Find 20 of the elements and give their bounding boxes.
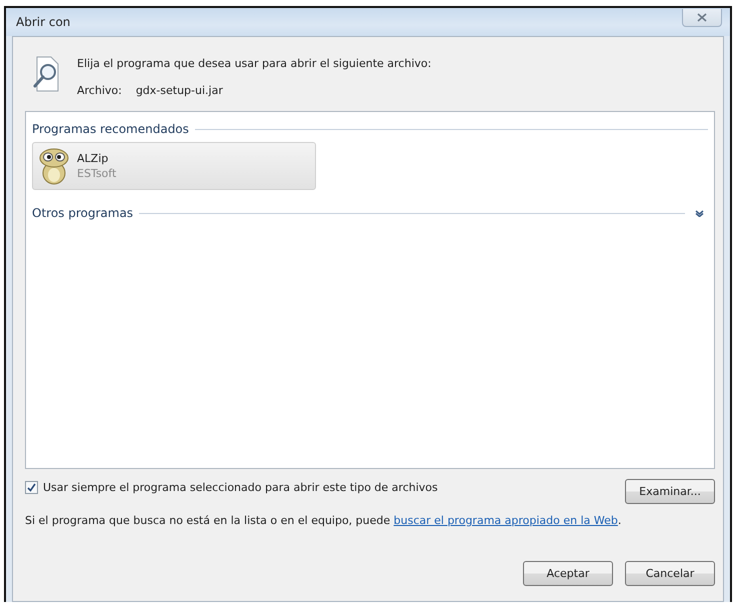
cancel-button[interactable]: Cancelar [625, 561, 715, 586]
web-search-link[interactable]: buscar el programa apropiado en la Web [394, 514, 618, 527]
help-sentence: Si el programa que busca no está en la lista o en el equipo, puede buscar el programa apropiado en la Web. [25, 514, 622, 527]
window-title: Abrir con [16, 15, 70, 29]
close-button[interactable] [682, 9, 722, 27]
program-item[interactable]: ALZip ESTsoft [32, 142, 316, 190]
cartoon-mascot-icon [37, 147, 71, 185]
always-use-checkbox[interactable]: Usar siempre el programa seleccionado para abrir este tipo de archivos [25, 481, 438, 494]
chevron-down-icon[interactable] [695, 210, 704, 216]
accept-button[interactable]: Aceptar [523, 561, 613, 586]
group-heading[interactable]: Otros programas [32, 206, 134, 220]
program-name: ALZip [77, 152, 110, 165]
browse-button[interactable]: Examinar... [625, 479, 715, 504]
group-heading[interactable]: Programas recomendados [32, 122, 189, 136]
close-icon [697, 13, 707, 22]
checkmark-icon [27, 483, 36, 492]
prompt-text: Elija el programa que desea usar para abrir el siguiente archivo: [77, 57, 432, 70]
file-name: gdx-setup-ui.jar [136, 84, 223, 97]
program-publisher: ESTsoft [77, 167, 116, 180]
file-label: Archivo: [77, 84, 122, 97]
